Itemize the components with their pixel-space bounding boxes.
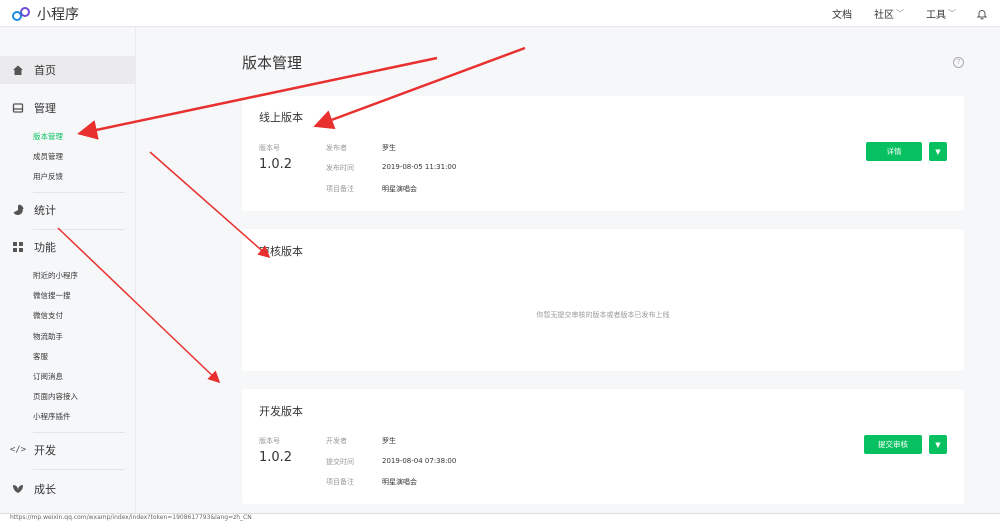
home-icon — [11, 63, 25, 77]
nav-community-label: 社区 — [874, 10, 894, 21]
dev-version-title: 开发版本 — [259, 405, 303, 418]
sidebar-subitem-subscribe[interactable]: 订阅消息 — [33, 371, 63, 382]
sidebar-subitem-plugin[interactable]: 小程序插件 — [33, 411, 71, 422]
publisher-label: 发布者 — [326, 144, 347, 152]
developer-label: 开发者 — [326, 437, 347, 445]
publish-time-value: 2019-08-05 11:31:00 — [382, 163, 457, 171]
sidebar-subitem-search[interactable]: 微信搜一搜 — [33, 290, 71, 301]
sidebar-item-home[interactable]: 首页 — [0, 56, 136, 84]
sidebar-subitem-version-manage[interactable]: 版本管理 — [33, 131, 63, 142]
note-value: 明星演唱会 — [382, 478, 417, 486]
sidebar-subitem-nearby[interactable]: 附近的小程序 — [33, 270, 78, 281]
sidebar-divider — [33, 469, 125, 470]
details-button[interactable]: 详情 — [866, 142, 922, 161]
sidebar-divider — [33, 229, 125, 230]
top-nav: 文档 社区 ﹀ 工具 ﹀ — [810, 6, 988, 21]
chevron-down-icon: ▼ — [935, 147, 941, 156]
pie-chart-icon — [11, 203, 25, 217]
publisher-value: 罗生 — [382, 144, 396, 152]
version-number: 1.0.2 — [259, 450, 293, 465]
help-icon[interactable]: ? — [953, 57, 964, 68]
note-label: 项目备注 — [326, 478, 354, 486]
review-empty-text: 你暂无提交审核的版本或者版本已发布上线 — [536, 311, 670, 319]
sidebar-subitem-service[interactable]: 客服 — [33, 351, 48, 362]
sidebar-subitem-user-feedback[interactable]: 用户反馈 — [33, 171, 63, 182]
nav-tools[interactable]: 工具 ﹀ — [926, 6, 956, 21]
dev-more-dropdown[interactable]: ▼ — [929, 435, 947, 454]
chevron-down-icon: ▼ — [935, 440, 941, 449]
page-title: 版本管理 — [242, 54, 303, 72]
sidebar-item-growth[interactable]: 成长 — [0, 475, 136, 503]
sidebar-item-label: 管理 — [34, 102, 56, 115]
review-version-card: 审核版本 你暂无提交审核的版本或者版本已发布上线 — [242, 229, 964, 371]
version-label: 版本号 — [259, 144, 280, 152]
sidebar-subitem-member-manage[interactable]: 成员管理 — [33, 151, 63, 162]
online-version-title: 线上版本 — [259, 111, 303, 124]
dev-version-card: 开发版本 版本号 1.0.2 开发者 罗生 提交时间 2019-08-04 07… — [242, 389, 964, 504]
note-label: 项目备注 — [326, 185, 354, 193]
submit-review-button[interactable]: 提交审核 — [864, 435, 922, 454]
version-label: 版本号 — [259, 437, 280, 445]
developer-value: 罗生 — [382, 437, 396, 445]
version-number: 1.0.2 — [259, 157, 293, 172]
sidebar-item-dev[interactable]: </> 开发 — [0, 436, 136, 464]
sidebar-divider — [33, 432, 125, 433]
leaf-icon — [11, 482, 25, 496]
top-bar: 小程序 文档 社区 ﹀ 工具 ﹀ — [0, 0, 1000, 27]
sidebar-subitem-logistics[interactable]: 物流助手 — [33, 331, 63, 342]
app-title: 小程序 — [37, 7, 79, 23]
sidebar: 首页 管理 版本管理 成员管理 用户反馈 统计 功能 附近的小程序 微信搜一搜 … — [0, 27, 136, 513]
submit-time-label: 提交时间 — [326, 458, 354, 466]
sidebar-item-label: 开发 — [34, 444, 56, 457]
sidebar-item-features[interactable]: 功能 — [0, 233, 136, 261]
publish-time-label: 发布时间 — [326, 164, 354, 172]
miniprogram-logo-icon — [12, 7, 30, 21]
code-icon: </> — [9, 445, 27, 455]
online-version-card: 线上版本 版本号 1.0.2 发布者 罗生 发布时间 2019-08-05 11… — [242, 96, 964, 211]
submit-time-value: 2019-08-04 07:38:00 — [382, 457, 457, 465]
sidebar-item-manage[interactable]: 管理 — [0, 94, 136, 122]
sidebar-subitem-pay[interactable]: 微信支付 — [33, 310, 63, 321]
sidebar-divider — [33, 192, 125, 193]
app-logo[interactable]: 小程序 — [11, 4, 79, 24]
sidebar-subitem-content[interactable]: 页面内容接入 — [33, 391, 78, 402]
review-version-title: 审核版本 — [259, 245, 303, 258]
sidebar-item-label: 首页 — [34, 64, 56, 77]
note-value: 明星演唱会 — [382, 185, 417, 193]
nav-tools-label: 工具 — [926, 10, 946, 21]
sidebar-item-label: 统计 — [34, 204, 56, 217]
status-bar: https://mp.weixin.qq.com/wxamp/index/ind… — [0, 513, 1000, 521]
chevron-down-icon: ﹀ — [896, 9, 904, 18]
nav-docs[interactable]: 文档 — [832, 6, 852, 21]
grid-icon — [11, 240, 25, 254]
sidebar-item-label: 功能 — [34, 241, 56, 254]
bell-icon[interactable] — [976, 8, 988, 20]
inbox-icon — [11, 101, 25, 115]
chevron-down-icon: ﹀ — [948, 9, 956, 18]
online-more-dropdown[interactable]: ▼ — [929, 142, 947, 161]
sidebar-item-stats[interactable]: 统计 — [0, 196, 136, 224]
sidebar-item-label: 成长 — [34, 483, 56, 496]
nav-community[interactable]: 社区 ﹀ — [874, 6, 904, 21]
status-url: https://mp.weixin.qq.com/wxamp/index/ind… — [10, 514, 252, 521]
